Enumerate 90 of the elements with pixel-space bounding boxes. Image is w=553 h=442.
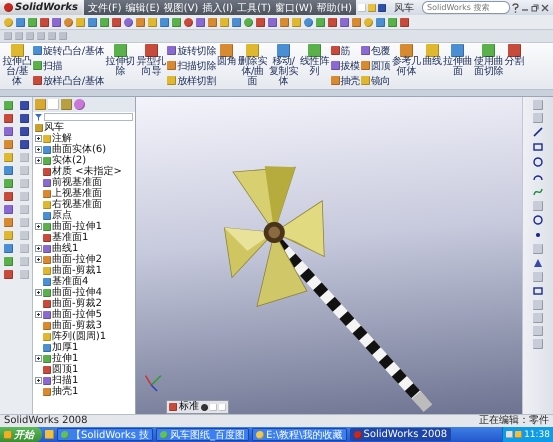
- tree-item[interactable]: 抽壳1: [52, 386, 78, 397]
- menu-item[interactable]: 工具(T): [235, 0, 274, 14]
- expand-icon[interactable]: [35, 245, 42, 252]
- tree-item[interactable]: 阵列(圆周)1: [52, 331, 106, 342]
- app-logo: SolidWorks: [0, 0, 82, 15]
- expand-icon[interactable]: [35, 256, 42, 263]
- status-text: SolidWorks 2008: [4, 415, 88, 427]
- tree-item[interactable]: 拉伸1: [52, 353, 78, 364]
- expand-icon[interactable]: [35, 311, 42, 318]
- tree-item[interactable]: 曲面-剪裁3: [52, 320, 102, 331]
- menu-item[interactable]: 视图(V): [162, 0, 200, 14]
- menu-item[interactable]: 窗口(W): [273, 0, 315, 14]
- spline-icon[interactable]: [532, 186, 544, 198]
- tree-item[interactable]: 曲面-拉伸5: [52, 309, 102, 320]
- floating-toolbar: 标准: [166, 400, 229, 414]
- ribbon-button[interactable]: 旋转切除: [167, 43, 216, 58]
- taskbar-button[interactable]: SolidWorks 2008: [350, 428, 452, 441]
- clock: 11:38: [524, 430, 550, 440]
- circle-icon[interactable]: [532, 214, 544, 226]
- ribbon-button[interactable]: 异型孔向导: [136, 43, 166, 77]
- ribbon-button[interactable]: 圆顶: [360, 58, 390, 73]
- ribbon-button[interactable]: 曲线: [422, 43, 442, 67]
- menu-item[interactable]: 文件(F): [86, 0, 124, 14]
- tree-item[interactable]: 曲线1: [52, 243, 78, 254]
- triangle-icon[interactable]: [532, 257, 544, 269]
- tree-item[interactable]: 前视基准面: [52, 177, 102, 188]
- line-icon[interactable]: [532, 126, 544, 138]
- expand-icon[interactable]: [35, 377, 42, 384]
- close-icon[interactable]: [540, 4, 549, 12]
- expand-icon[interactable]: [35, 157, 42, 164]
- viewport[interactable]: 标准: [136, 97, 522, 414]
- taskbar-button[interactable]: 【SolidWorks 技: [57, 428, 154, 441]
- expand-icon[interactable]: [35, 223, 42, 230]
- tree-item[interactable]: 曲面-拉伸2: [52, 254, 102, 265]
- ribbon-button[interactable]: 放样凸台/基体: [33, 73, 104, 88]
- tree-item[interactable]: 注解: [52, 133, 72, 144]
- tree-item[interactable]: 材质 <未指定>: [52, 166, 122, 177]
- tree-item[interactable]: 实体(2): [52, 155, 86, 166]
- ribbon-button[interactable]: 扫描切除: [167, 58, 216, 73]
- ribbon-button[interactable]: 拉伸曲面: [442, 43, 473, 77]
- status-text: 正在编辑：零件: [479, 415, 549, 427]
- ribbon-button[interactable]: 旋转凸台/基体: [33, 43, 104, 58]
- menu-item[interactable]: 插入(I): [200, 0, 236, 14]
- tree-item[interactable]: 加厚1: [52, 342, 78, 353]
- tree-item[interactable]: 圆顶1: [52, 364, 78, 375]
- window-title: 风车: [394, 2, 414, 14]
- tree-item[interactable]: 曲面-剪裁2: [52, 298, 102, 309]
- menu-item[interactable]: 编辑(E): [124, 0, 162, 14]
- ribbon-button[interactable]: 移动/复制实体: [268, 43, 298, 87]
- ribbon-button[interactable]: 线性阵列: [300, 43, 330, 77]
- ribbon-button[interactable]: 圆角: [217, 43, 236, 67]
- help-icon[interactable]: [512, 2, 519, 12]
- tree-item[interactable]: 曲面-拉伸4: [52, 287, 102, 298]
- ribbon-button[interactable]: 包覆: [360, 43, 390, 58]
- tree-item[interactable]: 曲面-剪裁1: [52, 265, 102, 276]
- ribbon-button[interactable]: 拉伸凸台/基体: [2, 43, 32, 87]
- ribbon-button[interactable]: 拔模: [330, 58, 360, 73]
- ribbon-button[interactable]: 扫描: [33, 58, 104, 73]
- menu-item[interactable]: 帮助(H): [314, 0, 354, 14]
- taskbar-button[interactable]: 风车图纸_百度图: [156, 428, 250, 441]
- ribbon-button[interactable]: 镜向: [360, 73, 390, 88]
- tree-item[interactable]: 扫描1: [52, 375, 78, 386]
- tree-item[interactable]: 曲面-拉伸1: [52, 221, 102, 232]
- restore-icon[interactable]: [530, 4, 539, 12]
- search-field[interactable]: SolidWorks 搜索: [422, 1, 510, 14]
- ribbon-button[interactable]: 筋: [330, 43, 360, 58]
- ribbon-button[interactable]: 分割: [504, 43, 524, 67]
- expand-icon[interactable]: [35, 289, 42, 296]
- ribbon-button[interactable]: 使用曲面切除: [474, 43, 504, 77]
- tree-item[interactable]: 基准面1: [52, 232, 88, 243]
- ribbon-button[interactable]: 抽壳: [330, 73, 360, 88]
- filter-field[interactable]: [44, 113, 133, 121]
- tree-item[interactable]: 上视基准面: [52, 188, 102, 199]
- tree-item[interactable]: 右视基准面: [52, 199, 102, 210]
- expand-icon[interactable]: [35, 135, 42, 142]
- tree-item[interactable]: 曲面实体(6): [52, 144, 106, 155]
- rectangle-icon[interactable]: [532, 285, 544, 297]
- tree-item[interactable]: 原点: [52, 210, 72, 221]
- expand-icon[interactable]: [35, 355, 42, 362]
- tree-item[interactable]: 风车: [44, 122, 64, 133]
- expand-icon[interactable]: [35, 146, 42, 153]
- rectangle-icon[interactable]: [532, 141, 544, 153]
- ribbon-button[interactable]: 拉伸切除: [105, 43, 136, 77]
- circle-icon[interactable]: [532, 156, 544, 168]
- taskbar-button[interactable]: E:\教程\我的收藏: [252, 428, 347, 441]
- ribbon-button[interactable]: 参考几何体: [391, 43, 422, 77]
- axis-triad-icon: [144, 375, 162, 392]
- ribbon-button[interactable]: 放样切割: [167, 73, 216, 88]
- ribbon-button[interactable]: 删除实体/曲面: [238, 43, 268, 87]
- tree-item[interactable]: 基准面4: [52, 276, 88, 287]
